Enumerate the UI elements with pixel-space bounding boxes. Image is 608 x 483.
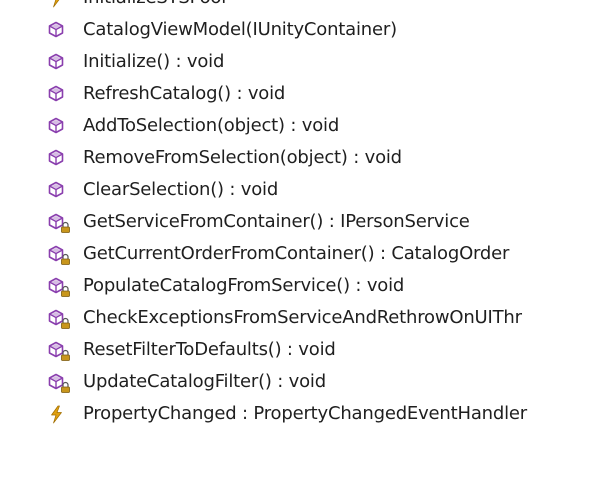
- member-label: UpdateCatalogFilter() : void: [83, 371, 326, 392]
- private-method-icon: [48, 309, 70, 329]
- member-label: CatalogViewModel(IUnityContainer): [83, 19, 397, 40]
- member-label: GetServiceFromContainer() : IPersonServi…: [83, 211, 470, 232]
- private-method-icon: [48, 213, 70, 233]
- class-members-view: InitializeSYSPool CatalogViewModel(IUnity…: [0, 0, 608, 483]
- member-label: RemoveFromSelection(object) : void: [83, 147, 402, 168]
- member-label: PropertyChanged : PropertyChangedEventHa…: [83, 403, 527, 424]
- member-label: RefreshCatalog() : void: [83, 83, 286, 104]
- member-label: CheckExceptionsFromServiceAndRethrowOnUI…: [83, 307, 522, 328]
- private-method-icon: [48, 341, 70, 361]
- private-method-icon: [48, 245, 70, 265]
- method-icon: [48, 117, 70, 137]
- event-icon: [48, 405, 70, 425]
- member-label: GetCurrentOrderFromContainer() : Catalog…: [83, 243, 510, 264]
- method-icon: [48, 21, 70, 41]
- method-icon: [48, 181, 70, 201]
- member-label: ResetFilterToDefaults() : void: [83, 339, 336, 360]
- event-icon: [48, 0, 70, 9]
- member-label: PopulateCatalogFromService() : void: [83, 275, 405, 296]
- private-method-icon: [48, 373, 70, 393]
- method-icon: [48, 149, 70, 169]
- method-icon: [48, 53, 70, 73]
- member-label: InitializeSYSPool: [83, 0, 226, 14]
- member-label: ClearSelection() : void: [83, 179, 279, 200]
- method-icon: [48, 85, 70, 105]
- private-method-icon: [48, 277, 70, 297]
- member-label: Initialize() : void: [83, 51, 225, 72]
- member-label: AddToSelection(object) : void: [83, 115, 340, 136]
